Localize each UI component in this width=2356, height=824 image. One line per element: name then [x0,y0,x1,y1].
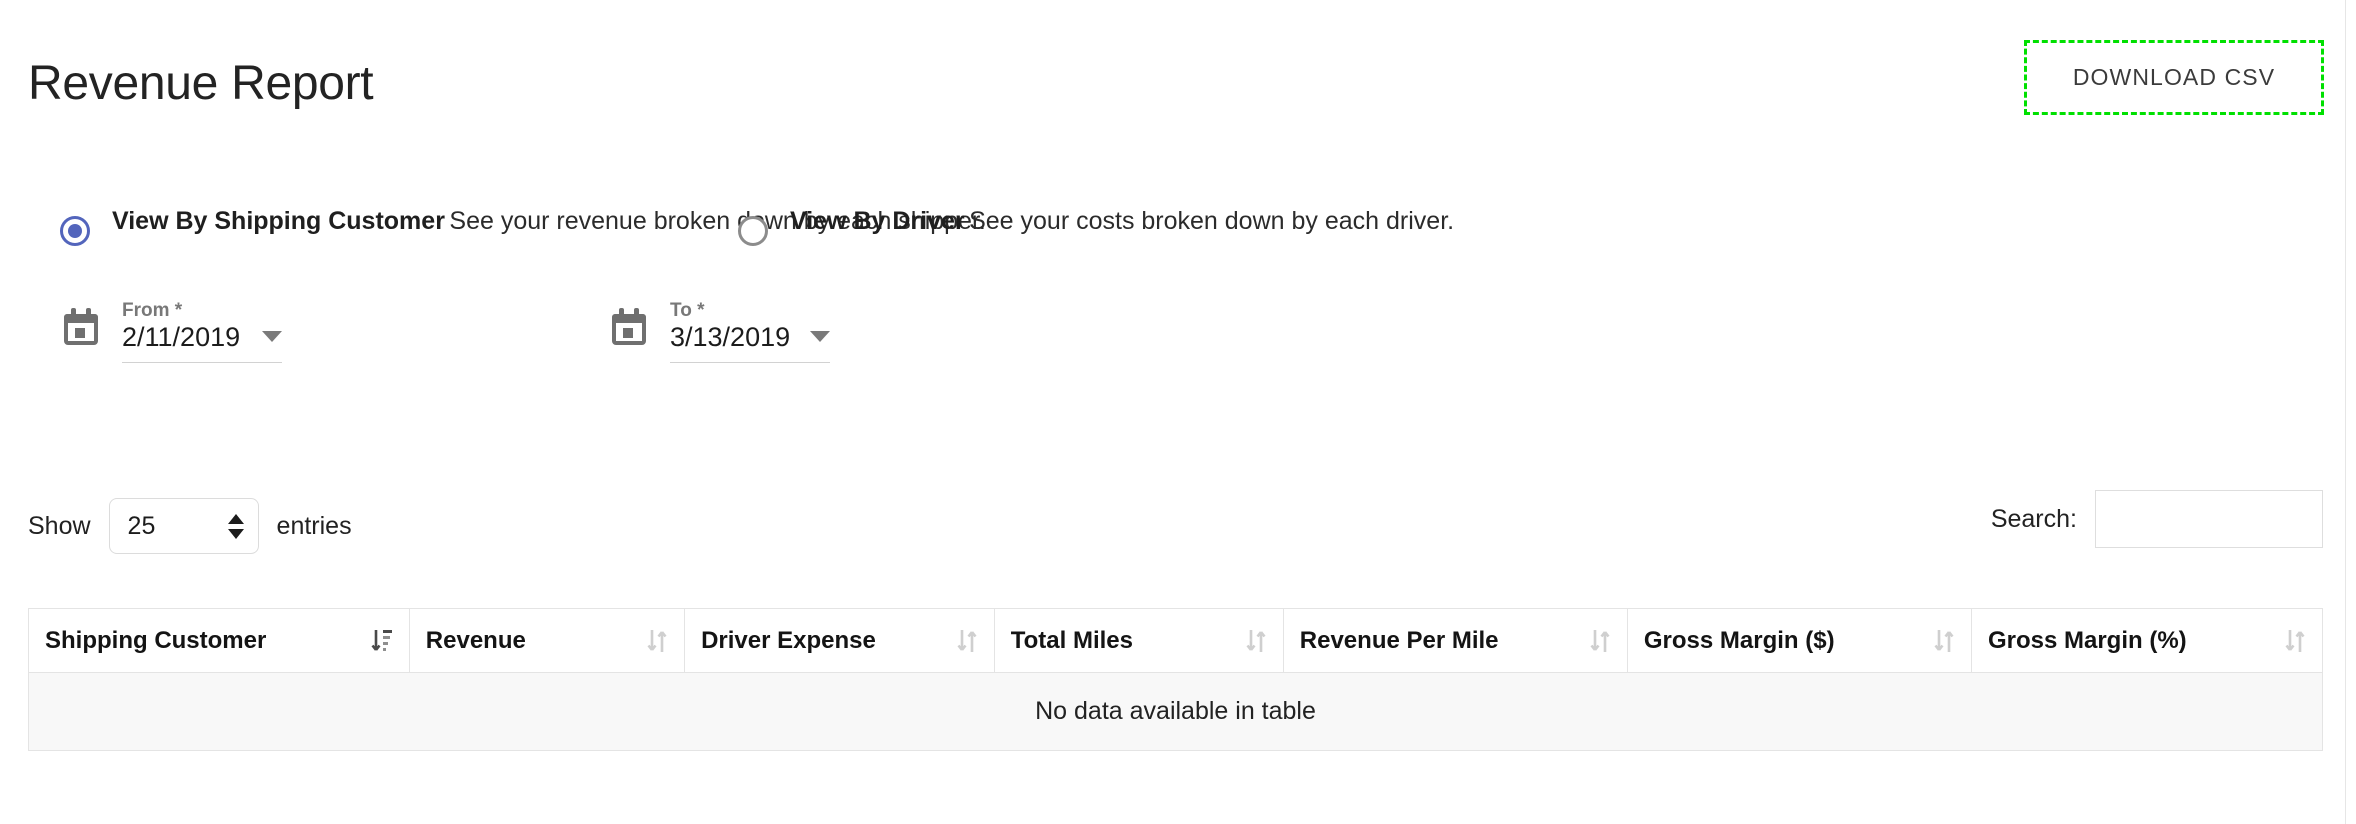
table-header: Shipping Customer Revenue Driver Expense… [28,608,2324,673]
table-header-row: Shipping Customer Revenue Driver Expense… [28,608,2324,673]
column-header-driver-expense[interactable]: Driver Expense [684,608,995,673]
column-label: Shipping Customer [45,626,267,654]
column-header-revenue[interactable]: Revenue [408,608,685,673]
entries-per-page-select[interactable]: 25 [108,498,259,554]
column-header-total-miles[interactable]: Total Miles [993,608,1284,673]
radio-unselected-icon[interactable] [738,216,768,246]
radio-option-title: View By Driver [790,207,965,235]
search-input[interactable] [2095,490,2323,548]
calendar-icon[interactable] [610,307,648,345]
date-label-to: To * [670,300,705,321]
calendar-icon[interactable] [62,307,100,345]
radio-option-description: See your costs broken down by each drive… [969,207,1455,235]
chevron-down-icon[interactable] [262,331,282,342]
radio-option-title: View By Shipping Customer [112,207,445,235]
column-label: Revenue [425,626,526,654]
column-label: Gross Margin (%) [1987,626,2187,654]
date-input-wrapper-to: To * 3/13/2019 [670,300,830,363]
column-label: Gross Margin ($) [1643,626,1835,654]
column-header-gross-margin-percent[interactable]: Gross Margin (%) [1970,608,2324,673]
sort-both-icon [1590,629,1610,652]
entries-label: entries [276,511,352,540]
column-header-revenue-per-mile[interactable]: Revenue Per Mile [1282,608,1628,673]
date-label-from: From * [122,300,183,321]
sort-both-icon [957,629,977,652]
table-empty-message: No data available in table [28,672,2323,751]
column-label: Driver Expense [701,626,876,654]
page-scrollbar[interactable] [2345,0,2356,824]
search-label: Search: [1990,504,2077,533]
column-label: Total Miles [1010,626,1133,654]
date-value-to: 3/13/2019 [670,322,791,352]
radio-option-view-by-driver[interactable]: View By Driver See your costs broken dow… [738,205,1454,246]
download-csv-button[interactable]: DOWNLOAD CSV [2024,40,2324,115]
date-input-from[interactable]: 2/11/2019 [122,322,282,363]
sort-amount-down-icon [371,629,392,651]
revenue-table-wrapper: Shipping Customer Revenue Driver Expense… [28,608,2324,751]
radio-option-text: View By Driver See your costs broken dow… [790,205,1454,238]
view-mode-radio-group: View By Shipping Customer See your reven… [0,205,2345,285]
show-label: Show [28,511,91,540]
date-input-to[interactable]: 3/13/2019 [670,322,830,363]
page-header: Revenue Report DOWNLOAD CSV [0,0,2345,150]
stepper-arrows-icon[interactable] [227,513,244,539]
date-field-to: To * 3/13/2019 [610,300,830,363]
sort-both-icon [647,629,667,652]
sort-both-icon [1934,629,1954,652]
radio-selected-icon[interactable] [60,216,90,246]
entries-per-page-value: 25 [127,511,156,540]
page-title: Revenue Report [28,57,374,110]
show-entries-control: Show 25 entries [28,498,352,554]
date-field-from: From * 2/11/2019 [62,300,282,363]
column-header-shipping-customer[interactable]: Shipping Customer [28,608,410,673]
revenue-report-page: Revenue Report DOWNLOAD CSV View By Ship… [0,0,2356,824]
date-input-wrapper-from: From * 2/11/2019 [122,300,282,363]
column-label: Revenue Per Mile [1299,626,1499,654]
search-control: Search: [1991,490,2323,548]
table-controls: Show 25 entries Search: [0,490,2345,580]
revenue-table: Shipping Customer Revenue Driver Expense… [28,608,2324,751]
sort-both-icon [2285,629,2305,652]
date-range-area: From * 2/11/2019 To * 3/13/2019 [0,300,2345,420]
table-empty-row: No data available in table [28,672,2323,751]
table-body: No data available in table [28,672,2323,751]
date-value-from: 2/11/2019 [122,322,241,352]
column-header-gross-margin-dollars[interactable]: Gross Margin ($) [1626,608,1972,673]
chevron-down-icon[interactable] [810,331,830,342]
sort-both-icon [1246,629,1266,652]
